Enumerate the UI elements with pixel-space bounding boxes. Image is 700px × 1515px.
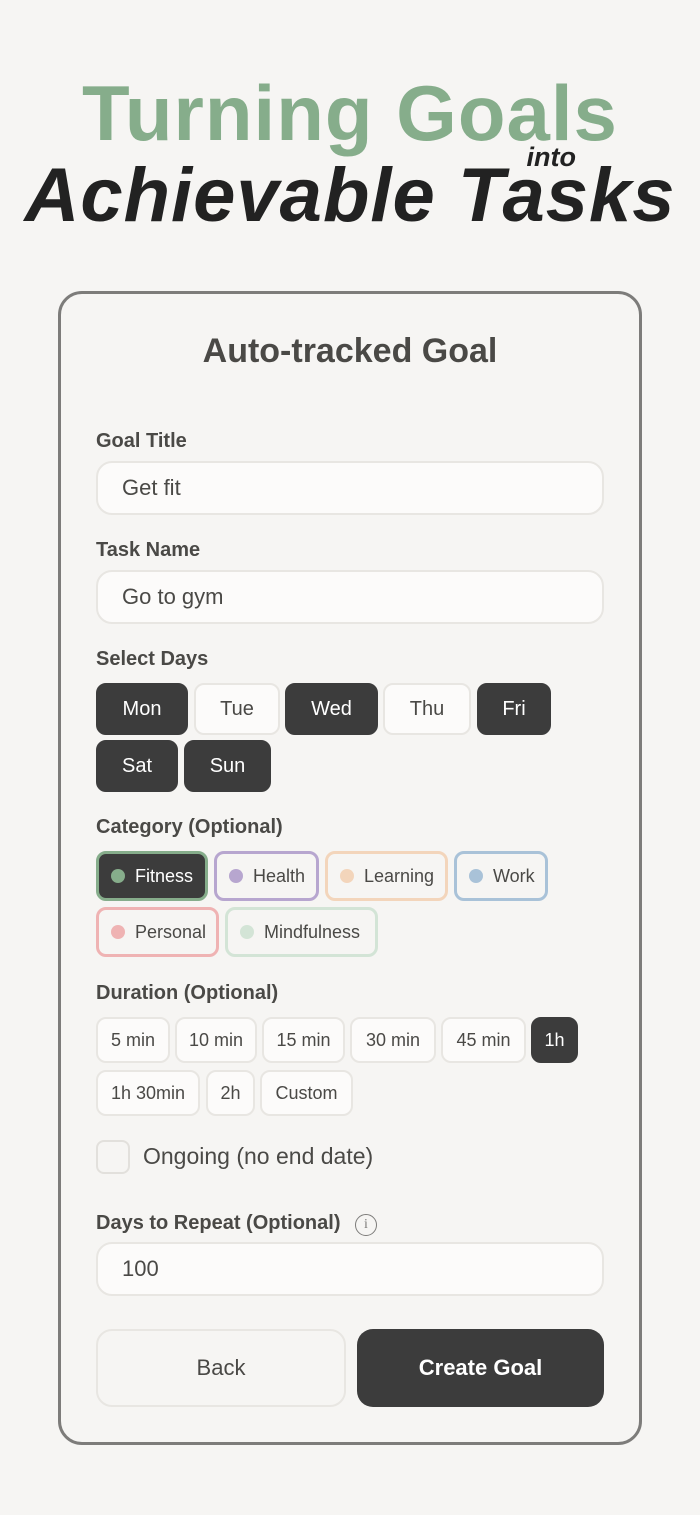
category-chip-fitness[interactable]: Fitness <box>96 851 208 901</box>
duration-chip-45min[interactable]: 45 min <box>441 1017 526 1063</box>
duration-chip-5min[interactable]: 5 min <box>96 1017 170 1063</box>
mindfulness-dot-icon <box>240 925 254 939</box>
task-name-label: Task Name <box>96 539 201 561</box>
ongoing-checkbox[interactable] <box>96 1140 130 1174</box>
health-dot-icon <box>229 869 243 883</box>
category-chip-label: Work <box>493 866 535 886</box>
category-chip-personal[interactable]: Personal <box>96 907 219 957</box>
category-chip-label: Fitness <box>135 866 194 886</box>
category-chip-label: Personal <box>135 922 207 942</box>
category-chip-health[interactable]: Health <box>214 851 319 901</box>
create-goal-button[interactable]: Create Goal <box>357 1329 604 1407</box>
day-chip-sun[interactable]: Sun <box>184 740 271 792</box>
form-title: Auto-tracked Goal <box>202 332 498 370</box>
day-chip-thu[interactable]: Thu <box>383 683 471 735</box>
duration-chip-30min[interactable]: 30 min <box>350 1017 436 1063</box>
category-chip-label: Mindfulness <box>264 922 361 942</box>
day-chip-mon[interactable]: Mon <box>96 683 188 735</box>
day-chip-tue[interactable]: Tue <box>194 683 280 735</box>
hero-title-line2: Achievable Tasks <box>24 153 676 238</box>
duration-chip-1h30min[interactable]: 1h 30min <box>96 1070 200 1116</box>
duration-chip-10min[interactable]: 10 min <box>175 1017 257 1063</box>
day-chip-sat[interactable]: Sat <box>96 740 178 792</box>
goal-title-input[interactable]: Get fit <box>96 461 604 515</box>
goal-form-card: Auto-tracked Goal Goal Title Get fit Tas… <box>58 291 642 1445</box>
back-button[interactable]: Back <box>96 1329 346 1407</box>
category-chip-learning[interactable]: Learning <box>325 851 448 901</box>
repeat-days-label: Days to Repeat (Optional) <box>96 1212 341 1234</box>
category-chip-work[interactable]: Work <box>454 851 548 901</box>
learning-dot-icon <box>340 869 354 883</box>
duration-chip-1h[interactable]: 1h <box>531 1017 578 1063</box>
category-label: Category (Optional) <box>96 816 283 838</box>
duration-chip-2h[interactable]: 2h <box>206 1070 255 1116</box>
fitness-dot-icon <box>111 869 125 883</box>
category-chip-mindfulness[interactable]: Mindfulness <box>225 907 378 957</box>
ongoing-label[interactable]: Ongoing (no end date) <box>143 1143 373 1170</box>
goal-title-label: Goal Title <box>96 430 187 452</box>
task-name-input[interactable]: Go to gym <box>96 570 604 624</box>
select-days-label: Select Days <box>96 648 209 670</box>
day-chip-wed[interactable]: Wed <box>285 683 378 735</box>
work-dot-icon <box>469 869 483 883</box>
info-icon[interactable]: i <box>355 1214 377 1236</box>
personal-dot-icon <box>111 925 125 939</box>
duration-chip-15min[interactable]: 15 min <box>262 1017 345 1063</box>
duration-chip-custom[interactable]: Custom <box>260 1070 353 1116</box>
category-chip-label: Health <box>253 866 306 886</box>
duration-label: Duration (Optional) <box>96 982 279 1004</box>
day-chip-fri[interactable]: Fri <box>477 683 551 735</box>
category-chip-label: Learning <box>364 866 435 886</box>
repeat-days-input[interactable]: 100 <box>96 1242 604 1296</box>
